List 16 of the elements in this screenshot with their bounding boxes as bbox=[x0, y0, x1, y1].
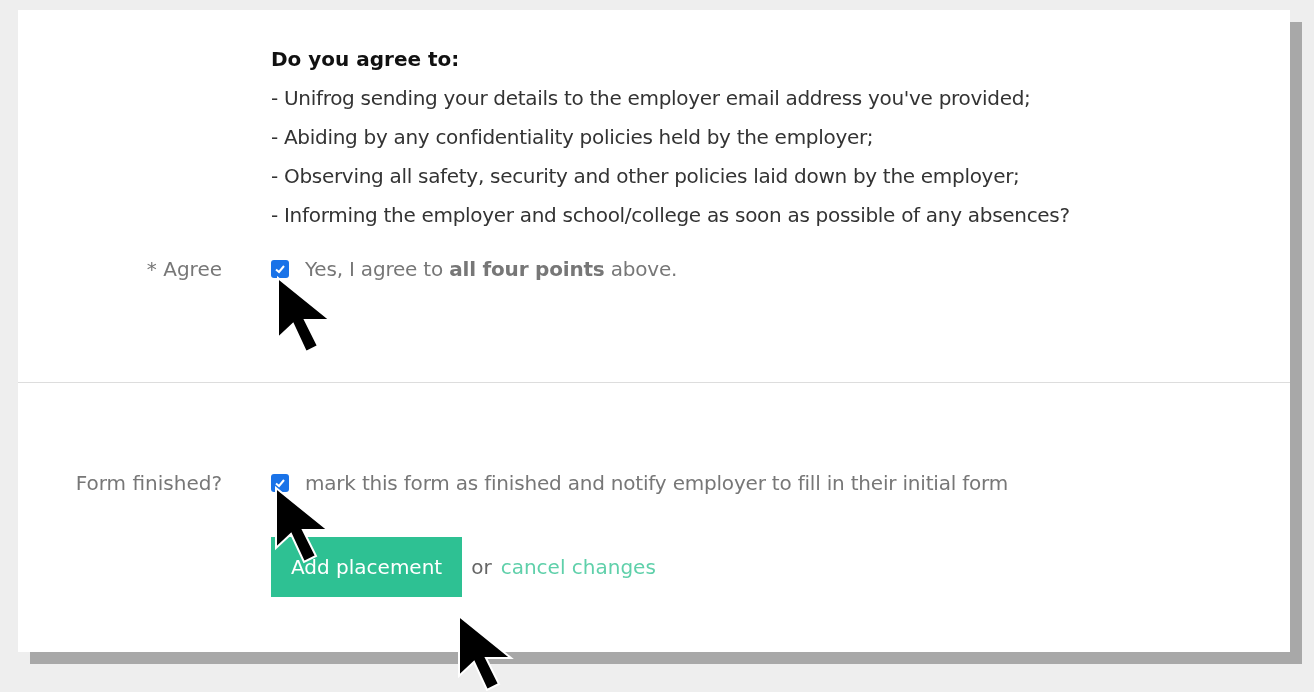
or-text: or bbox=[471, 554, 492, 581]
check-icon bbox=[274, 263, 286, 275]
agreement-point: - Unifrog sending your details to the employer email address you've provided; bbox=[271, 85, 1031, 112]
add-placement-button[interactable]: Add placement bbox=[271, 537, 463, 597]
check-icon bbox=[274, 477, 286, 489]
cancel-changes-link[interactable]: cancel changes bbox=[500, 552, 656, 582]
checkbox[interactable] bbox=[271, 474, 289, 492]
agreement-point: - Abiding by any confidentiality policies held by the employer; bbox=[271, 124, 874, 151]
agreement-heading: Do you agree to: bbox=[271, 46, 460, 73]
checkbox-label: Yes, I agree to all four points above. bbox=[305, 256, 678, 283]
field-label: Form finished? bbox=[75, 470, 222, 497]
field-label: * Agree bbox=[146, 256, 222, 283]
checkbox-label: mark this form as finished and notify employer to fill in their initial form bbox=[305, 470, 1009, 497]
agreement-point: - Observing all safety, security and other policies laid down by the employer; bbox=[271, 163, 1020, 190]
checkbox[interactable] bbox=[271, 260, 289, 278]
agreement-point: - Informing the employer and school/college as soon as possible of any absences? bbox=[271, 202, 1070, 229]
